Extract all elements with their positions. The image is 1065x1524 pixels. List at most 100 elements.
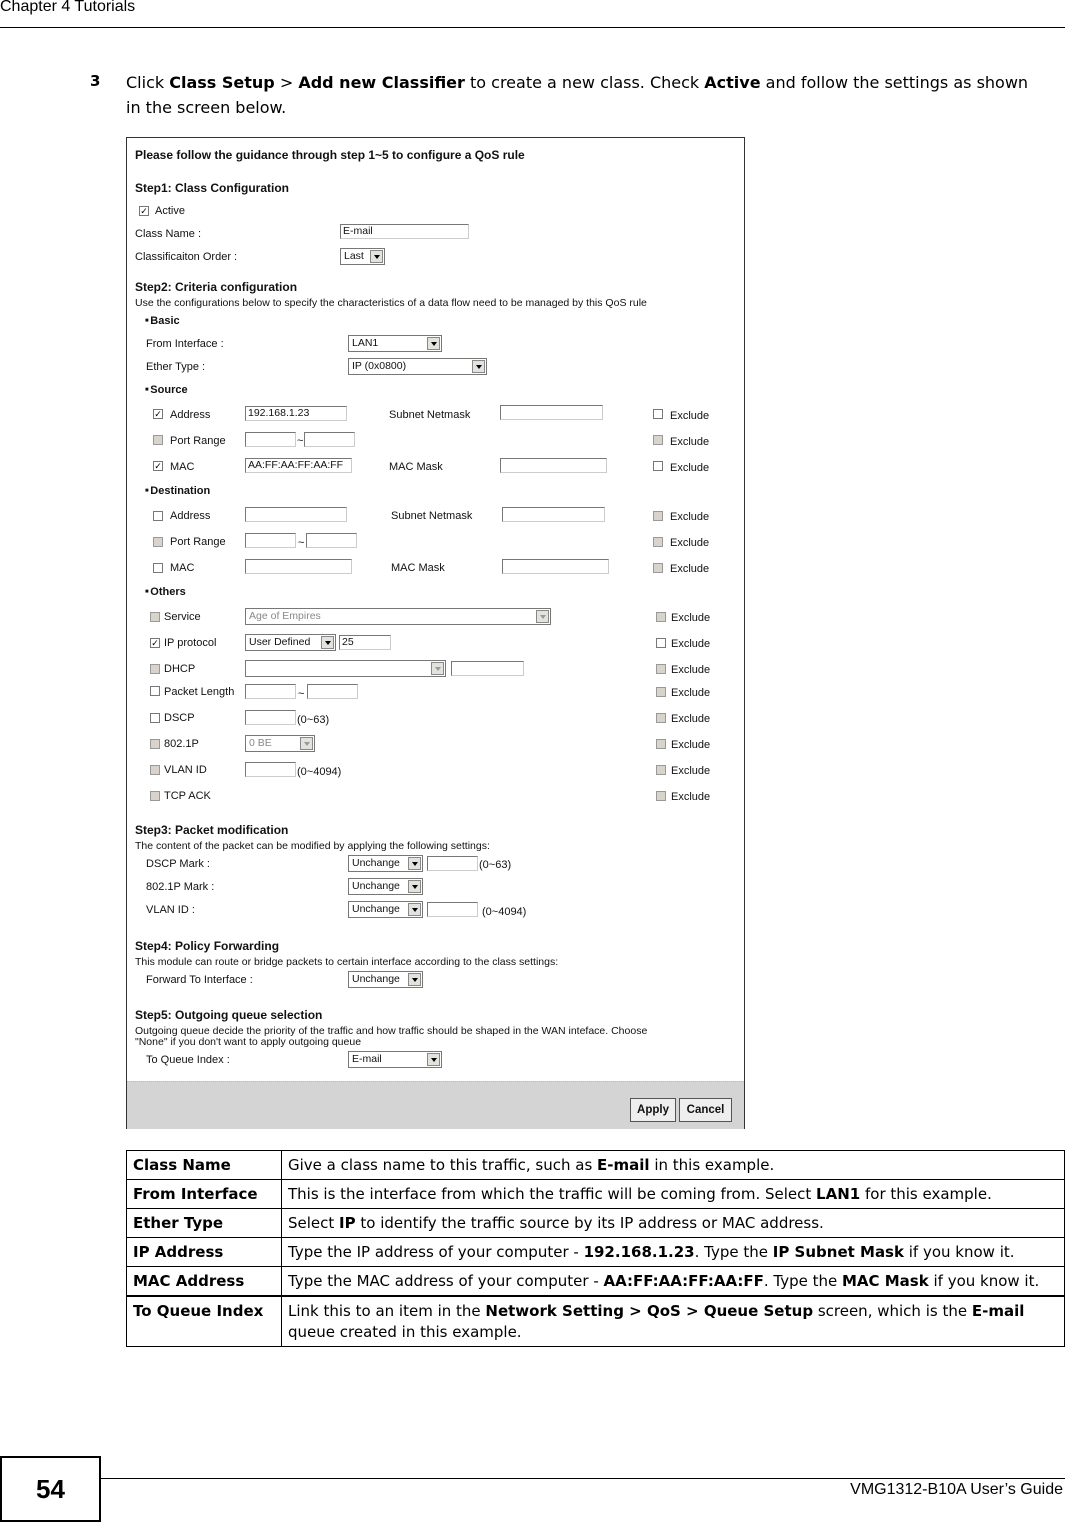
vlan-id-input[interactable] (245, 762, 296, 777)
vlan-mark-select[interactable]: Unchange (348, 901, 423, 918)
destination-subnet-input[interactable] (502, 507, 605, 522)
queue-index-select[interactable]: E-mail (348, 1051, 442, 1068)
destination-port-end-input[interactable] (306, 533, 357, 548)
step1-title: Step1: Class Configuration (135, 181, 290, 195)
tcp-ack-exclude-checkbox[interactable] (656, 791, 666, 801)
bold-text: Active (704, 73, 761, 92)
ip-protocol-value: User Defined (249, 636, 311, 648)
destination-address-checkbox[interactable] (153, 511, 163, 521)
from-interface-label: From Interface : (146, 338, 224, 350)
dscp-input[interactable] (245, 710, 296, 725)
exclude-label: Exclude (671, 687, 711, 699)
destination-mac-exclude-checkbox[interactable] (653, 563, 663, 573)
ip-protocol-exclude-checkbox[interactable] (656, 638, 666, 648)
packet-length-min-input[interactable] (245, 684, 296, 699)
ip-protocol-select[interactable]: User Defined (245, 634, 336, 651)
source-port-end-input[interactable] (304, 432, 355, 447)
dot1p-select[interactable]: 0 BE (245, 735, 315, 752)
destination-mac-label: MAC (170, 562, 195, 574)
bold-text: Class Setup (169, 73, 275, 92)
service-select[interactable]: Age of Empires (245, 608, 551, 625)
dscp-mark-select[interactable]: Unchange (348, 855, 423, 872)
destination-port-exclude-checkbox[interactable] (653, 537, 663, 547)
dhcp-checkbox[interactable] (150, 664, 160, 674)
active-checkbox[interactable] (139, 206, 149, 216)
step5-title: Step5: Outgoing queue selection (135, 1008, 323, 1022)
classification-order-select[interactable]: Last (340, 248, 385, 265)
table-row: To Queue Index Link this to an item in th… (126, 1295, 1065, 1347)
forward-interface-label: Forward To Interface : (146, 974, 253, 986)
destination-mac-input[interactable] (245, 559, 352, 574)
text-run: if you know it. (928, 1272, 1040, 1290)
bold-text: E-mail (597, 1156, 650, 1174)
cancel-button[interactable]: Cancel (679, 1098, 732, 1122)
dot1p-mark-select[interactable]: Unchange (348, 878, 423, 895)
vlan-id-checkbox[interactable] (150, 765, 160, 775)
text-run: for this example. (860, 1185, 992, 1203)
field-description-cell: Select IP to identify the traffic source… (281, 1208, 1065, 1238)
destination-mac-mask-input[interactable] (502, 559, 609, 574)
destination-address-input[interactable] (245, 507, 347, 522)
source-mac-exclude-checkbox[interactable] (653, 461, 663, 471)
destination-section-title: Destination (145, 485, 210, 497)
source-address-input[interactable]: 192.168.1.23 (245, 406, 347, 421)
destination-mac-checkbox[interactable] (153, 563, 163, 573)
source-mac-input[interactable]: AA:FF:AA:FF:AA:FF (245, 458, 352, 473)
destination-port-range-checkbox[interactable] (153, 537, 163, 547)
dhcp-value-input[interactable] (451, 661, 524, 676)
active-label: Active (155, 205, 185, 217)
source-address-checkbox[interactable] (153, 409, 163, 419)
from-interface-select[interactable]: LAN1 (348, 335, 442, 352)
source-port-range-checkbox[interactable] (153, 435, 163, 445)
exclude-label: Exclude (670, 537, 710, 549)
forward-interface-select[interactable]: Unchange (348, 971, 423, 988)
service-exclude-checkbox[interactable] (656, 612, 666, 622)
text-run: Click (126, 73, 170, 92)
service-checkbox[interactable] (150, 612, 160, 622)
vlan-id-exclude-checkbox[interactable] (656, 765, 666, 775)
ether-type-select[interactable]: IP (0x0800) (348, 358, 487, 375)
dscp-mark-input[interactable] (427, 856, 478, 871)
dscp-checkbox[interactable] (150, 713, 160, 723)
basic-section-title: Basic (145, 315, 179, 327)
packet-length-exclude-checkbox[interactable] (656, 687, 666, 697)
source-port-start-input[interactable] (245, 432, 296, 447)
exclude-label: Exclude (671, 664, 711, 676)
destination-mac-mask-label: MAC Mask (391, 562, 445, 574)
dot1p-checkbox[interactable] (150, 739, 160, 749)
field-name-cell: Ether Type (126, 1208, 282, 1238)
text-run: . Type the (763, 1272, 842, 1290)
destination-address-exclude-checkbox[interactable] (653, 511, 663, 521)
packet-length-checkbox[interactable] (150, 686, 160, 696)
tcp-ack-checkbox[interactable] (150, 791, 160, 801)
source-mac-mask-input[interactable] (500, 458, 607, 473)
field-description-cell: Type the MAC address of your computer - … (281, 1266, 1065, 1297)
ip-protocol-number-input[interactable]: 25 (339, 635, 391, 650)
packet-length-max-input[interactable] (307, 684, 358, 699)
bold-text: IP Subnet Mask (772, 1243, 904, 1261)
guide-title: VMG1312-B10A User’s Guide (850, 1481, 1063, 1498)
text-run: screen, which is the (813, 1302, 972, 1320)
source-address-exclude-checkbox[interactable] (653, 409, 663, 419)
chevron-down-icon (408, 973, 421, 986)
dscp-exclude-checkbox[interactable] (656, 713, 666, 723)
source-mac-checkbox[interactable] (153, 461, 163, 471)
field-description-cell: Type the IP address of your computer - 1… (281, 1237, 1065, 1267)
footer-rule (101, 1478, 1065, 1479)
vlan-mark-input[interactable] (427, 902, 478, 917)
chevron-down-icon (408, 880, 421, 893)
table-row: IP Address Type the IP address of your co… (126, 1237, 1065, 1267)
bold-text: Network Setting > QoS > Queue Setup (485, 1302, 814, 1320)
dhcp-select[interactable] (245, 660, 446, 677)
destination-port-start-input[interactable] (245, 533, 296, 548)
apply-button[interactable]: Apply (630, 1098, 676, 1122)
qos-classifier-screenshot: Please follow the guidance through step … (126, 137, 745, 1129)
source-port-exclude-checkbox[interactable] (653, 435, 663, 445)
step2-description: Use the configurations below to specify … (135, 297, 647, 309)
ip-protocol-checkbox[interactable] (150, 638, 160, 648)
dot1p-exclude-checkbox[interactable] (656, 739, 666, 749)
source-subnet-input[interactable] (500, 405, 603, 420)
field-name-cell: MAC Address (126, 1266, 282, 1297)
class-name-input[interactable]: E-mail (340, 224, 469, 239)
dhcp-exclude-checkbox[interactable] (656, 664, 666, 674)
